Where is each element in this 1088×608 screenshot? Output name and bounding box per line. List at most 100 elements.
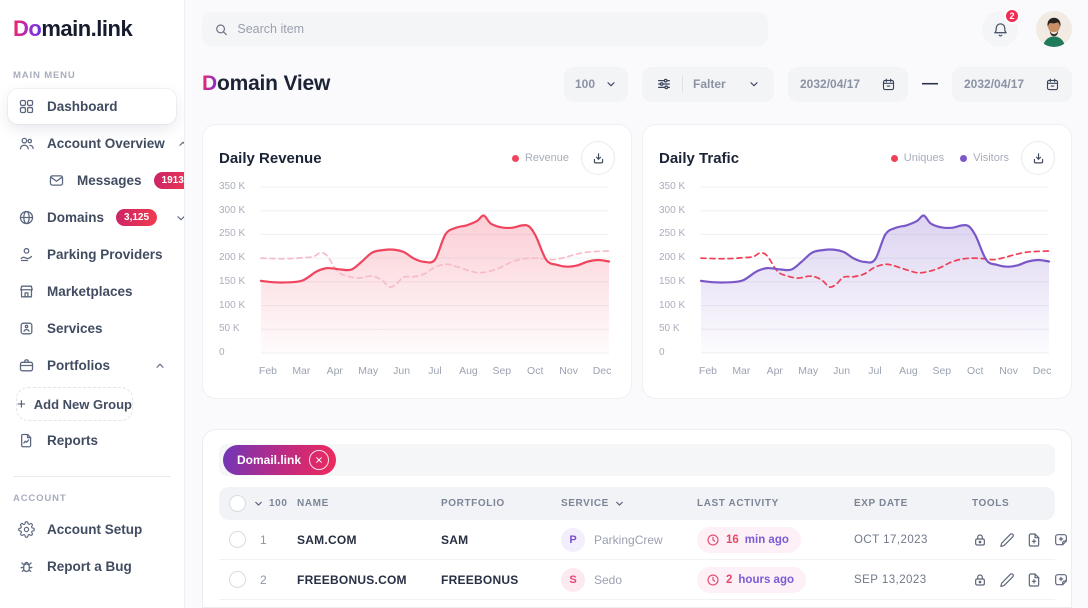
sidebar-item-account-overview[interactable]: Account Overview	[8, 126, 176, 161]
filter-label: Falter	[693, 77, 738, 91]
sidebar-item-reports[interactable]: Reports	[8, 423, 176, 458]
sidebar-item-services[interactable]: Services	[8, 311, 176, 346]
column-header-count[interactable]: 100	[253, 498, 297, 509]
column-header-portfolio[interactable]: PORTFOLIO	[441, 498, 561, 509]
legend-dot-icon	[512, 155, 519, 162]
search-bar	[202, 12, 768, 46]
sidebar-divider	[13, 476, 171, 477]
select-all-checkbox[interactable]	[229, 495, 246, 512]
chevron-down-icon	[253, 498, 264, 509]
edit-pencil-icon[interactable]	[999, 532, 1015, 548]
column-header-service[interactable]: SERVICE	[561, 498, 697, 509]
title-gradient-part: D	[202, 72, 217, 95]
user-avatar[interactable]	[1036, 11, 1072, 47]
lock-icon[interactable]	[972, 532, 988, 548]
filter-dropdown[interactable]: Falter	[642, 67, 774, 102]
sidebar-item-label: Account Overview	[47, 136, 165, 151]
date-to-picker[interactable]: 2032/04/17	[952, 67, 1072, 102]
download-chart-button[interactable]	[1021, 141, 1055, 175]
account-section-label: ACCOUNT	[13, 493, 184, 504]
chevron-down-icon[interactable]	[175, 212, 185, 224]
sidebar-item-account-setup[interactable]: Account Setup	[8, 512, 176, 547]
lock-icon[interactable]	[972, 572, 988, 588]
sidebar-item-dashboard[interactable]: Dashboard	[8, 89, 176, 124]
app-logo: Domain.link	[13, 16, 184, 42]
sidebar-item-label: Marketplaces	[47, 284, 133, 299]
note-plus-icon[interactable]	[1053, 532, 1069, 548]
column-header-last-activity[interactable]: LAST ACTIVITY	[697, 498, 854, 509]
page-header: Domain View 100 Falter 2032/04/17 —	[202, 58, 1072, 110]
table-row: 2 FREEBONUS.COM FREEBONUS S Sedo 2 hours…	[219, 560, 1055, 600]
plus-icon: +	[17, 396, 26, 413]
column-header-name[interactable]: NAME	[297, 498, 441, 509]
chart-header: Daily Trafic Uniques Visitors	[659, 139, 1055, 177]
download-chart-button[interactable]	[581, 141, 615, 175]
date-to-value: 2032/04/17	[964, 77, 1024, 91]
page-size-select[interactable]: 100	[564, 67, 628, 102]
sidebar-item-portfolios[interactable]: Portfolios	[8, 348, 176, 383]
bug-icon	[18, 558, 35, 575]
notifications-button[interactable]: 2	[982, 11, 1018, 47]
service-name: Sedo	[594, 573, 622, 587]
remove-filter-icon[interactable]	[309, 450, 329, 470]
storefront-icon	[18, 283, 35, 300]
legend-item: Visitors	[960, 152, 1009, 164]
sidebar-item-label: Report a Bug	[47, 559, 132, 574]
date-from-value: 2032/04/17	[800, 77, 860, 91]
filter-chip-domail-link[interactable]: Domail.link	[223, 445, 336, 475]
page-size-value: 100	[575, 77, 595, 91]
sidebar-item-marketplaces[interactable]: Marketplaces	[8, 274, 176, 309]
row-checkbox[interactable]	[229, 571, 246, 588]
service-cell: P ParkingCrew	[561, 528, 697, 552]
chevron-up-icon[interactable]	[177, 138, 185, 150]
chevron-down-icon	[605, 78, 617, 90]
chevron-up-icon[interactable]	[154, 360, 166, 372]
app: Domain.link MAIN MENU Dashboard Account …	[0, 0, 1088, 608]
row-number: 1	[253, 533, 297, 547]
last-activity-cell: 2 hours ago	[697, 567, 854, 593]
sidebar-item-parking-providers[interactable]: Parking Providers	[8, 237, 176, 272]
sidebar-item-label: Portfolios	[47, 358, 110, 373]
chevron-down-icon	[748, 78, 760, 90]
chart-body: 350 K300 K250 K200 K150 K100 K50 K0FebMa…	[219, 179, 615, 385]
main-content: 2 Domain View 100 Falter	[185, 0, 1088, 608]
chart-title: Daily Trafic	[659, 150, 739, 167]
date-range-separator: —	[922, 75, 938, 93]
row-checkbox[interactable]	[229, 531, 246, 548]
date-from-picker[interactable]: 2032/04/17	[788, 67, 908, 102]
table-row: 1 SAM.COM SAM P ParkingCrew 16 min ago O…	[219, 520, 1055, 560]
add-new-group-button[interactable]: + Add New Group	[16, 387, 133, 421]
sidebar-item-label: Messages	[77, 173, 142, 188]
sidebar-item-report-a-bug[interactable]: Report a Bug	[8, 549, 176, 584]
domains-table-card: Domail.link 100 NAME PORTFOLIO SERVICE L…	[202, 429, 1072, 608]
edit-pencil-icon[interactable]	[999, 572, 1015, 588]
column-header-exp-date[interactable]: EXP DATE	[854, 498, 972, 509]
sidebar-item-messages[interactable]: Messages 19135	[8, 163, 176, 198]
clock-icon	[706, 573, 720, 587]
search-input[interactable]	[237, 22, 756, 36]
legend-dot-icon	[891, 155, 898, 162]
note-plus-icon[interactable]	[1053, 572, 1069, 588]
sidebar-item-domains[interactable]: Domains 3,125	[8, 200, 176, 235]
sidebar-item-label: Reports	[47, 433, 98, 448]
file-plus-icon[interactable]	[1026, 572, 1042, 588]
sidebar-item-label: Domains	[47, 210, 104, 225]
last-activity-pill: 2 hours ago	[697, 567, 806, 593]
column-header-tools[interactable]: TOOLS	[972, 498, 1051, 509]
legend-item: Uniques	[891, 152, 944, 164]
grid-icon	[18, 98, 35, 115]
envelope-icon	[48, 172, 65, 189]
tools-cell	[972, 532, 1069, 548]
badge-tag-icon	[18, 320, 35, 337]
table-header-row: 100 NAME PORTFOLIO SERVICE LAST ACTIVITY…	[219, 487, 1055, 520]
hand-coin-icon	[18, 246, 35, 263]
active-filters-bar: Domail.link	[219, 444, 1055, 476]
file-plus-icon[interactable]	[1026, 532, 1042, 548]
tools-cell	[972, 572, 1069, 588]
search-icon	[214, 22, 228, 37]
clock-icon	[706, 533, 720, 547]
charts-row: Daily Revenue Revenue 350 K300 K250 K200…	[202, 124, 1072, 399]
topbar-right: 2	[982, 11, 1072, 47]
add-new-group-label: Add New Group	[34, 397, 132, 412]
chart-legend: Revenue	[512, 152, 569, 164]
